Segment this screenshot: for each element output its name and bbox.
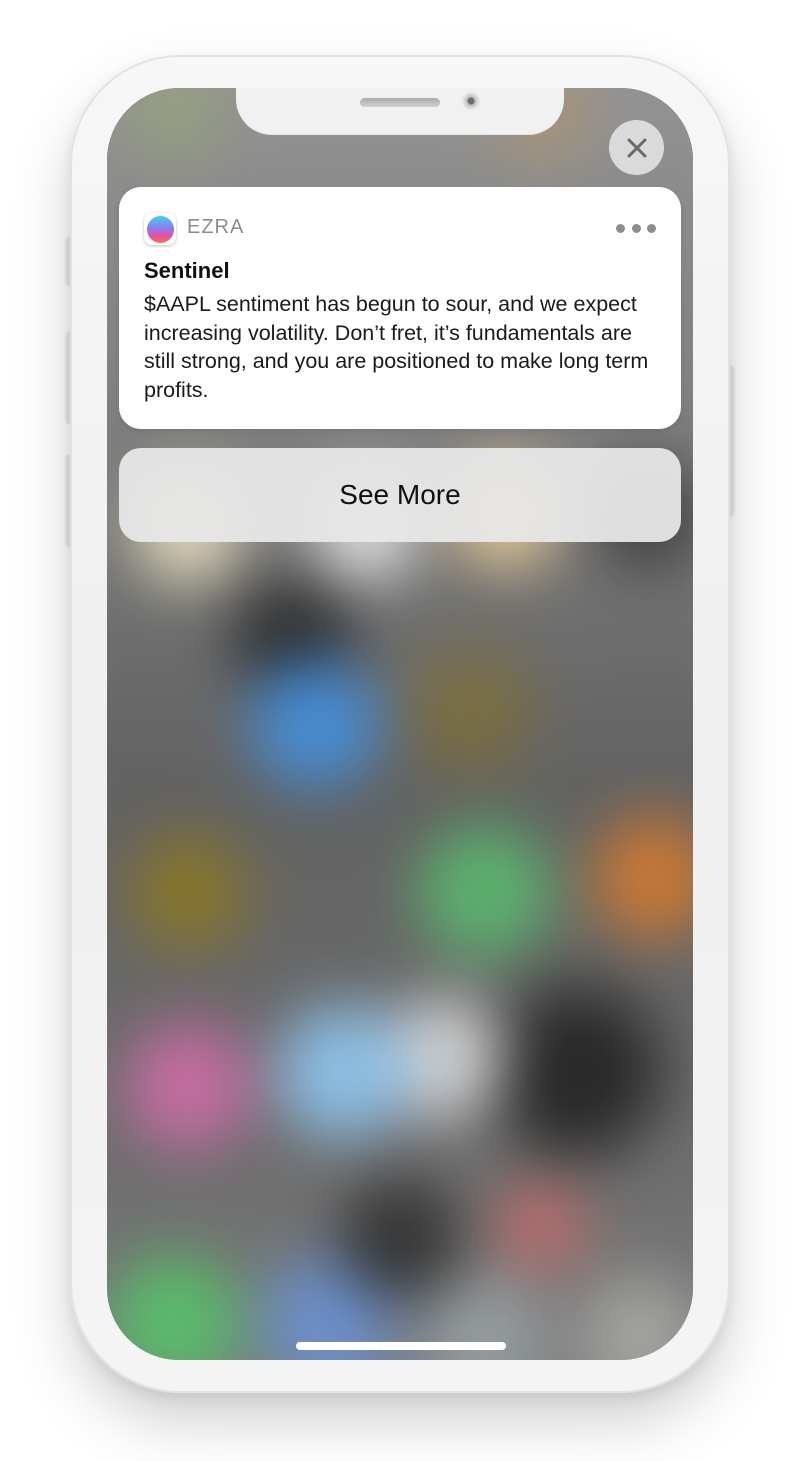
speaker-grille xyxy=(360,98,440,107)
home-indicator[interactable] xyxy=(296,1342,506,1350)
see-more-button[interactable]: See More xyxy=(119,448,681,542)
app-icon-orb xyxy=(146,215,174,243)
ezra-orb-icon xyxy=(144,213,176,245)
dot xyxy=(616,223,625,233)
notification-card[interactable]: EZRA Sentinel $AAPL sentiment has begun … xyxy=(119,187,681,429)
dot xyxy=(631,223,641,233)
more-dots-icon[interactable] xyxy=(616,223,656,233)
dot xyxy=(647,223,656,233)
notification-body: $AAPL sentiment has begun to sour, and w… xyxy=(144,292,649,402)
front-camera xyxy=(462,92,480,110)
close-button[interactable] xyxy=(609,120,664,175)
mockup-stage: EZRA Sentinel $AAPL sentiment has begun … xyxy=(0,0,800,1461)
close-icon xyxy=(627,138,646,157)
app-name: EZRA xyxy=(187,216,245,238)
notch xyxy=(236,88,564,135)
notification-title: Sentinel xyxy=(144,258,230,283)
